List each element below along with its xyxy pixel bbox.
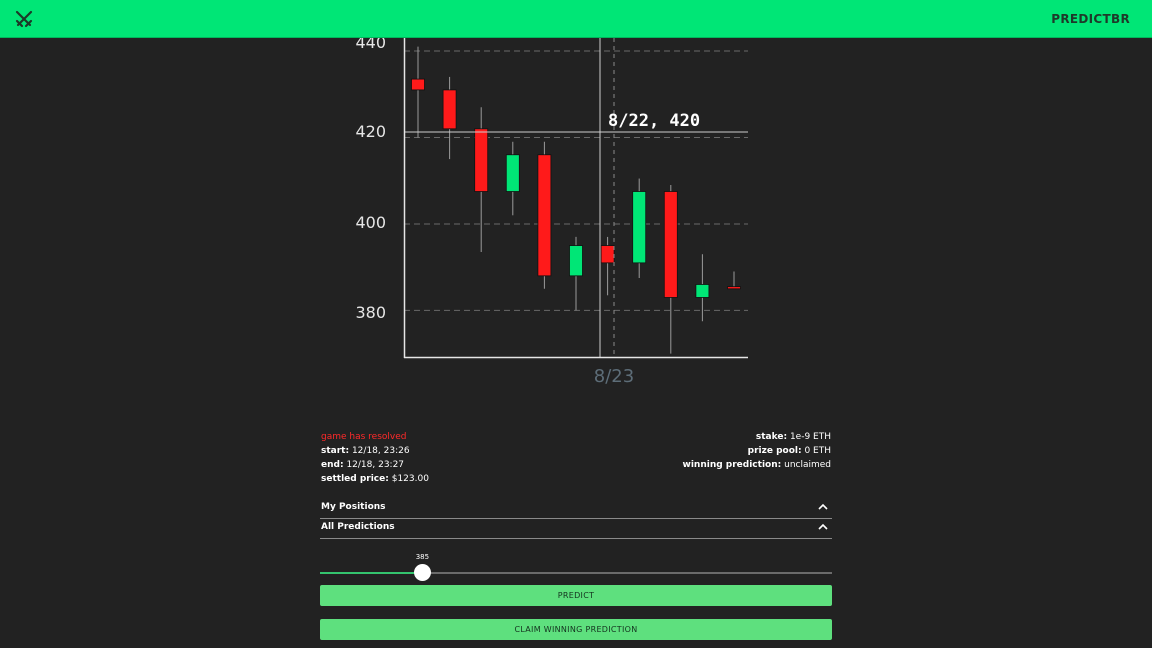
end-value: 12/18, 23:27 (346, 460, 405, 470)
stake-value: 1e-9 ETH (789, 432, 831, 442)
start-row: start: 12/18, 23:26 (321, 444, 429, 458)
stake-info: stake: 1e-9 ETH prize pool: 0 ETH winnin… (683, 430, 831, 472)
slider-fill (320, 572, 423, 574)
predict-button[interactable]: PREDICT (320, 585, 832, 606)
end-label: end: (321, 460, 344, 470)
candles (411, 46, 741, 354)
candle-down (442, 89, 457, 130)
stake-row: stake: 1e-9 ETH (683, 430, 831, 444)
my-positions-label: My Positions (321, 502, 386, 512)
y-tick-label: 420 (355, 122, 386, 141)
candle-up (695, 284, 710, 298)
winner-value: unclaimed (784, 460, 831, 470)
candle-down (600, 245, 615, 264)
prediction-slider[interactable]: 385 (320, 553, 832, 582)
claim-winning-prediction-button[interactable]: CLAIM WINNING PREDICTION (320, 619, 832, 640)
game-info: game has resolved start: 12/18, 23:26 en… (321, 430, 429, 486)
all-predictions-accordion[interactable]: All Predictions (320, 519, 832, 539)
start-label: start: (321, 446, 350, 456)
game-status: game has resolved (321, 432, 407, 442)
candle-down (727, 286, 741, 290)
winner-row: winning prediction: unclaimed (683, 458, 831, 472)
app-bar: PREDICTBR (0, 0, 1152, 38)
stake-label: stake: (755, 432, 788, 442)
y-tick-label: 440 (355, 38, 386, 52)
start-value: 12/18, 23:26 (351, 446, 410, 456)
candle-down (474, 128, 489, 192)
candle-down (411, 78, 425, 91)
my-positions-accordion[interactable]: My Positions (320, 499, 832, 519)
pool-value: 0 ETH (804, 446, 831, 456)
slider-value-label: 385 (415, 553, 430, 561)
candle-down (663, 191, 678, 298)
candle-up (569, 245, 583, 277)
end-row: end: 12/18, 23:27 (321, 458, 429, 472)
settled-value: $123.00 (391, 474, 429, 484)
price-chart[interactable]: 440 420 400 380 8/22, 420 8/23 (340, 38, 760, 390)
candle-down (537, 154, 552, 277)
candle-up (505, 154, 520, 192)
chevron-up-icon (818, 503, 828, 510)
app-title: PREDICTBR (1051, 12, 1130, 26)
settled-label: settled price: (321, 474, 389, 484)
candle-up (632, 191, 647, 264)
pool-label: prize pool: (747, 446, 802, 456)
y-tick-label: 400 (355, 213, 386, 232)
settled-row: settled price: $123.00 (321, 472, 429, 486)
y-axis-ticks: 440 420 400 380 (355, 38, 386, 322)
crosshair-x-label: 8/23 (594, 366, 634, 387)
slider-thumb[interactable] (414, 564, 432, 581)
pool-row: prize pool: 0 ETH (683, 444, 831, 458)
crosshair-value-label: 8/22, 420 (608, 111, 700, 131)
all-predictions-label: All Predictions (321, 522, 395, 532)
crossed-swords-icon[interactable] (14, 9, 34, 29)
chevron-up-icon (818, 523, 828, 530)
y-tick-label: 380 (355, 303, 386, 322)
winner-label: winning prediction: (682, 460, 782, 470)
